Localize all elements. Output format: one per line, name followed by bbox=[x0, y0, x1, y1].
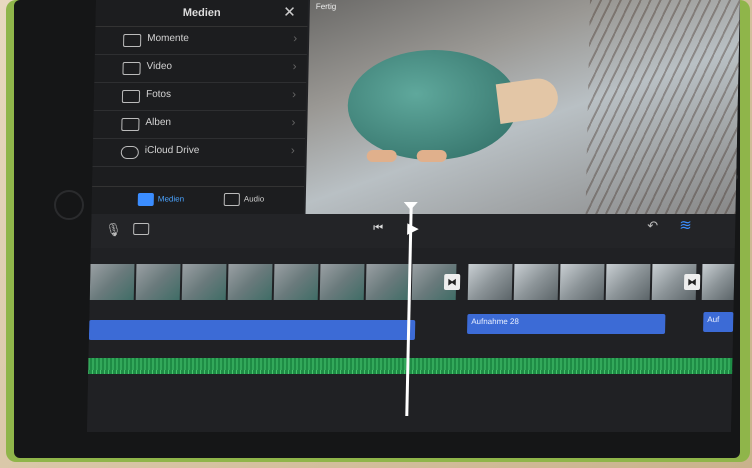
app-screen: Medien ✕ Momente › Video › Fotos › Alben bbox=[86, 0, 741, 432]
clip-frame bbox=[365, 264, 411, 300]
media-panel: Medien ✕ Momente › Video › Fotos › Alben bbox=[91, 0, 309, 215]
home-button[interactable] bbox=[54, 190, 84, 220]
media-item-icloud-drive[interactable]: iCloud Drive › bbox=[92, 138, 306, 167]
chevron-right-icon: › bbox=[292, 59, 297, 73]
chevron-right-icon: › bbox=[291, 115, 296, 129]
media-item-fotos[interactable]: Fotos › bbox=[93, 82, 307, 111]
clip-frame bbox=[319, 264, 365, 300]
audio-clip-1[interactable] bbox=[88, 320, 416, 340]
music-icon bbox=[223, 193, 240, 206]
undo-icon[interactable]: ↶ bbox=[647, 218, 658, 234]
camera-icon[interactable] bbox=[133, 223, 150, 235]
video-viewer[interactable]: Fertig bbox=[305, 0, 740, 214]
clip-frame bbox=[559, 264, 605, 300]
tab-medien[interactable]: Medien bbox=[137, 193, 185, 206]
tab-label: Medien bbox=[157, 194, 185, 204]
photo-icon bbox=[121, 90, 141, 103]
chevron-right-icon: › bbox=[290, 143, 296, 157]
hedgehog-foot bbox=[416, 150, 447, 162]
clip-frame bbox=[605, 264, 651, 300]
audio-clip-3[interactable]: Auf bbox=[703, 312, 734, 332]
clip-frame bbox=[273, 264, 319, 300]
audio-clip-2[interactable]: Aufnahme 28 bbox=[467, 314, 666, 334]
clip-frame bbox=[89, 264, 135, 300]
video-clip-1[interactable] bbox=[89, 264, 457, 300]
media-item-momente[interactable]: Momente › bbox=[94, 26, 308, 55]
clip-frame bbox=[701, 264, 735, 300]
cloud-icon bbox=[120, 146, 139, 159]
film-icon bbox=[122, 62, 141, 75]
transition-icon[interactable]: ⧓ bbox=[443, 274, 461, 290]
media-item-label: Alben bbox=[145, 117, 172, 128]
hedgehog-foot bbox=[366, 150, 397, 162]
film-icon bbox=[137, 193, 154, 206]
clip-frame bbox=[181, 264, 227, 300]
clip-frame bbox=[227, 264, 273, 300]
hedgehog-face bbox=[495, 76, 561, 124]
audio-waveform-icon[interactable]: ≋ bbox=[679, 216, 692, 234]
media-item-label: Fotos bbox=[145, 89, 172, 100]
media-panel-title: Medien bbox=[182, 7, 221, 19]
media-panel-header: Medien ✕ bbox=[95, 0, 308, 27]
hedgehog-figure bbox=[346, 50, 519, 160]
tablet-bezel: Medien ✕ Momente › Video › Fotos › Alben bbox=[14, 0, 741, 458]
tab-label: Audio bbox=[243, 194, 265, 204]
media-item-label: Momente bbox=[147, 33, 189, 44]
microphone-icon[interactable]: 🎙 bbox=[105, 222, 122, 238]
background-music-track[interactable] bbox=[88, 358, 733, 374]
video-clip-3[interactable] bbox=[701, 264, 735, 300]
skip-to-start-icon[interactable]: ⏮ bbox=[373, 222, 383, 235]
media-item-label: iCloud Drive bbox=[144, 145, 200, 156]
playback-toolbar: 🎙 ⏮ ▶ ↶ ≋ bbox=[90, 214, 736, 248]
tab-audio[interactable]: Audio bbox=[223, 193, 265, 206]
video-clip-2[interactable] bbox=[467, 264, 697, 300]
album-icon bbox=[121, 118, 140, 131]
clip-frame bbox=[467, 264, 513, 300]
audio-clip-label: Auf bbox=[707, 315, 720, 324]
moments-icon bbox=[123, 34, 142, 47]
chevron-right-icon: › bbox=[291, 87, 297, 101]
media-item-alben[interactable]: Alben › bbox=[93, 110, 306, 139]
media-tab-bar: Medien Audio bbox=[91, 186, 305, 215]
done-button[interactable]: Fertig bbox=[316, 2, 337, 11]
clip-frame bbox=[513, 264, 559, 300]
transition-icon[interactable]: ⧓ bbox=[683, 274, 701, 290]
clip-frame bbox=[135, 264, 181, 300]
chevron-right-icon: › bbox=[293, 31, 298, 45]
background-branches bbox=[585, 0, 740, 214]
media-item-label: Video bbox=[146, 61, 173, 72]
audio-clip-label: Aufnahme 28 bbox=[471, 317, 519, 326]
media-item-video[interactable]: Video › bbox=[94, 54, 307, 83]
close-icon[interactable]: ✕ bbox=[283, 3, 296, 21]
